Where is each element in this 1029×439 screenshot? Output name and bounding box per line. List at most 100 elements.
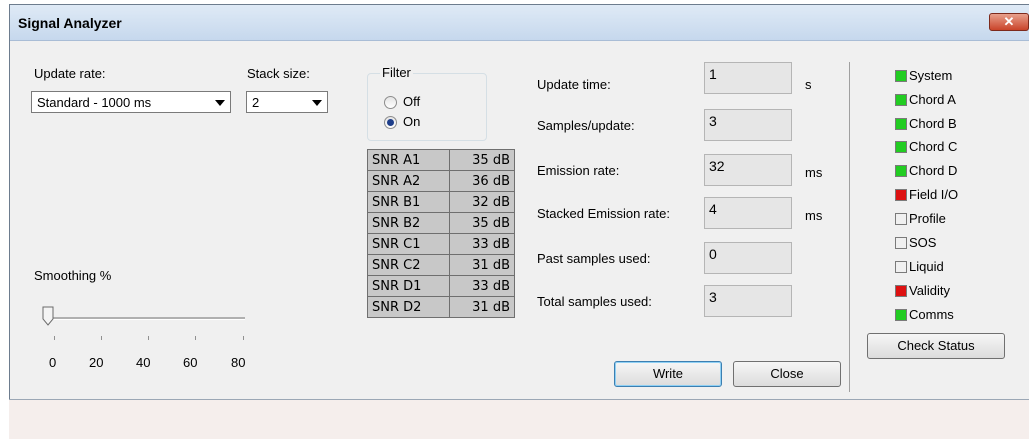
snr-name: SNR B2 — [367, 212, 450, 234]
close-window-button[interactable]: ✕ — [989, 13, 1029, 31]
status-item-sos: SOS — [895, 235, 936, 250]
slider-tick-label: 20 — [89, 355, 104, 370]
snr-name: SNR B1 — [367, 191, 450, 213]
snr-name: SNR A2 — [367, 170, 450, 192]
close-button[interactable]: Close — [733, 361, 841, 387]
emission-rate-unit: ms — [805, 165, 823, 180]
status-item-comms: Comms — [895, 307, 954, 322]
chevron-down-icon — [215, 100, 225, 106]
table-row: SNR D2 31 dB — [367, 296, 516, 318]
status-bar — [9, 399, 1029, 439]
status-led-icon — [895, 140, 907, 153]
status-led-icon — [895, 236, 907, 249]
update-time-field: 1 — [704, 62, 792, 94]
smoothing-slider-thumb[interactable] — [42, 306, 54, 326]
status-led-icon — [895, 93, 907, 106]
filter-on-label: On — [403, 114, 421, 129]
status-label: Profile — [909, 211, 946, 226]
table-row: SNR A1 35 dB — [367, 149, 516, 171]
table-row: SNR D1 33 dB — [367, 275, 516, 297]
snr-value: 35 dB — [448, 212, 516, 234]
chevron-down-icon — [312, 100, 322, 106]
emission-rate-label: Emission rate: — [537, 163, 620, 178]
status-label: Comms — [909, 307, 954, 322]
slider-tick — [243, 336, 244, 340]
slider-tick — [148, 336, 149, 340]
divider — [849, 62, 850, 392]
snr-value: 32 dB — [448, 191, 516, 213]
update-rate-label: Update rate: — [34, 66, 106, 81]
status-label: SOS — [909, 235, 937, 250]
status-led-icon — [895, 188, 907, 201]
samples-update-field: 3 — [704, 109, 792, 141]
filter-label: Filter — [380, 65, 413, 80]
status-led-icon — [895, 284, 907, 297]
slider-tick-label: 40 — [136, 355, 151, 370]
status-label: Field I/O — [909, 187, 959, 202]
status-item-profile: Profile — [895, 211, 946, 226]
status-label: Chord D — [909, 163, 958, 178]
slider-tick — [54, 336, 55, 340]
slider-tick — [101, 336, 102, 340]
status-label: Chord A — [909, 92, 956, 107]
slider-tick-label: 60 — [183, 355, 198, 370]
write-button[interactable]: Write — [614, 361, 722, 387]
window-title: Signal Analyzer — [18, 15, 122, 31]
stack-size-select[interactable]: 2 — [246, 91, 328, 113]
slider-tick — [195, 336, 196, 340]
status-label: Validity — [909, 283, 950, 298]
stack-size-label: Stack size: — [247, 66, 310, 81]
update-time-unit: s — [805, 77, 812, 92]
past-samples-field: 0 — [704, 242, 792, 274]
check-status-button[interactable]: Check Status — [867, 333, 1005, 359]
filter-off-label: Off — [403, 94, 421, 109]
status-led-icon — [895, 212, 907, 225]
update-rate-select[interactable]: Standard - 1000 ms — [31, 91, 231, 113]
total-samples-label: Total samples used: — [537, 294, 652, 309]
status-item-validity: Validity — [895, 283, 950, 298]
snr-value: 31 dB — [448, 254, 516, 276]
snr-value: 35 dB — [448, 149, 516, 171]
close-icon: ✕ — [1003, 14, 1015, 29]
table-row: SNR C2 31 dB — [367, 254, 516, 276]
status-item-system: System — [895, 68, 952, 83]
snr-value: 33 dB — [448, 275, 516, 297]
stacked-emission-rate-label: Stacked Emission rate: — [537, 206, 670, 221]
status-led-icon — [895, 260, 907, 273]
slider-tick-label: 80 — [231, 355, 246, 370]
filter-off-radio[interactable] — [384, 96, 397, 109]
table-row: SNR B2 35 dB — [367, 212, 516, 234]
status-label: Chord C — [909, 139, 958, 154]
snr-value: 36 dB — [448, 170, 516, 192]
status-led-icon — [895, 164, 907, 177]
status-led-icon — [895, 117, 907, 130]
table-row: SNR B1 32 dB — [367, 191, 516, 213]
snr-name: SNR C1 — [367, 233, 450, 255]
smoothing-slider-track[interactable] — [43, 317, 245, 320]
emission-rate-field: 32 — [704, 154, 792, 186]
samples-update-label: Samples/update: — [537, 118, 635, 133]
table-row: SNR C1 33 dB — [367, 233, 516, 255]
slider-tick-label: 0 — [49, 355, 57, 370]
stacked-emission-rate-unit: ms — [805, 208, 823, 223]
status-item-chord-a: Chord A — [895, 92, 956, 107]
status-item-field-io: Field I/O — [895, 187, 958, 202]
status-label: System — [909, 68, 953, 83]
snr-name: SNR A1 — [367, 149, 450, 171]
status-label: Liquid — [909, 259, 944, 274]
stacked-emission-rate-field: 4 — [704, 197, 792, 229]
snr-table: SNR A1 35 dB SNR A2 36 dB SNR B1 32 dB SNR … — [367, 149, 516, 318]
status-item-chord-b: Chord B — [895, 116, 957, 131]
status-item-liquid: Liquid — [895, 259, 944, 274]
title-bar: Signal Analyzer ✕ — [10, 5, 1029, 41]
dialog-window: Signal Analyzer ✕ — [9, 4, 1029, 439]
snr-name: SNR D2 — [367, 296, 450, 318]
snr-name: SNR C2 — [367, 254, 450, 276]
status-led-icon — [895, 69, 907, 82]
status-led-icon — [895, 308, 907, 321]
filter-on-radio[interactable] — [384, 116, 397, 129]
status-item-chord-d: Chord D — [895, 163, 957, 178]
snr-value: 31 dB — [448, 296, 516, 318]
snr-value: 33 dB — [448, 233, 516, 255]
past-samples-label: Past samples used: — [537, 251, 651, 266]
